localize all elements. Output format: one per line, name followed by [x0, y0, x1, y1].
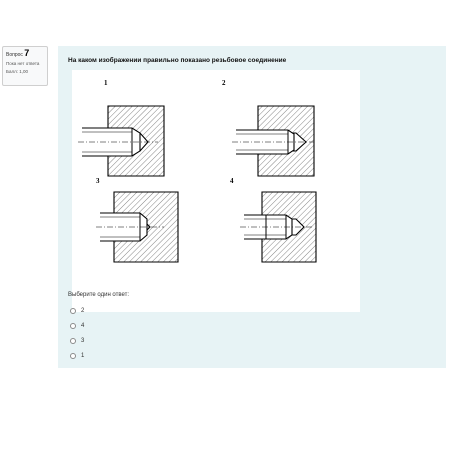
drawing-1: 1	[78, 79, 165, 177]
answer-label: 1	[81, 352, 85, 359]
radio-button[interactable]	[70, 307, 76, 314]
answer-label: 3	[81, 337, 85, 344]
question-prefix: Вопрос	[6, 52, 23, 58]
answer-option-2[interactable]: 2	[70, 303, 84, 318]
question-grade: Балл: 1,00	[6, 69, 28, 74]
answer-prompt: Выберите один ответ:	[68, 292, 130, 298]
answer-option-3[interactable]: 3	[70, 333, 84, 348]
question-number: Вопрос 7	[6, 49, 44, 60]
thread-drawings: 1 2 3 4	[78, 79, 317, 263]
radio-button[interactable]	[70, 322, 76, 329]
figure-label-3: 3	[96, 177, 100, 185]
answer-label: 2	[81, 307, 85, 314]
question-figure: 1 2 3 4	[72, 70, 360, 312]
radio-button[interactable]	[70, 352, 76, 359]
figure-label-4: 4	[230, 177, 234, 185]
drawing-3: 3	[96, 177, 179, 263]
figure-label-2: 2	[222, 79, 226, 87]
drawing-2: 2	[222, 79, 315, 177]
answer-option-4[interactable]: 4	[70, 318, 84, 333]
question-text: На каком изображении правильно показано …	[68, 57, 287, 64]
answer-option-1[interactable]: 1	[70, 348, 84, 363]
question-info-panel: Вопрос 7 Пока нет ответа Балл: 1,00	[2, 46, 48, 86]
question-content: На каком изображении правильно показано …	[58, 46, 446, 368]
question-number-value: 7	[24, 48, 30, 58]
answer-label: 4	[81, 322, 85, 329]
radio-button[interactable]	[70, 337, 76, 344]
drawing-4: 4	[230, 177, 317, 263]
question-state: Пока нет ответа	[6, 61, 40, 66]
figure-label-1: 1	[104, 79, 108, 87]
answer-options: 2 4 3 1	[70, 303, 84, 363]
